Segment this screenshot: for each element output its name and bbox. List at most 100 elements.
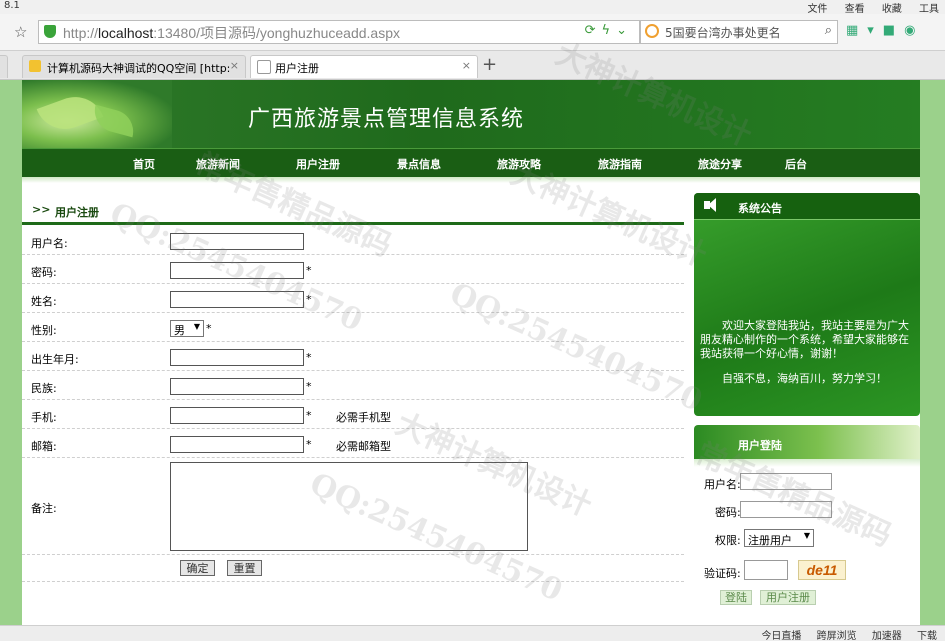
captcha-label: 验证码:: [704, 567, 741, 580]
row-remark: 备注:: [22, 458, 684, 555]
required-mark: *: [206, 322, 212, 335]
nav-travel-news[interactable]: 旅游新闻: [196, 156, 240, 172]
page-viewport: 广西旅游景点管理信息系统 首页 旅游新闻 用户注册 景点信息 旅游攻略 旅游指南…: [0, 80, 945, 625]
nav-home[interactable]: 首页: [133, 156, 155, 172]
tab-user-register[interactable]: 用户注册 ×: [250, 55, 478, 78]
nav-scenic-info[interactable]: 景点信息: [397, 156, 441, 172]
tab-label: 用户注册: [275, 62, 319, 75]
nav-travel-share[interactable]: 旅途分享: [698, 156, 742, 172]
remark-textarea[interactable]: [170, 462, 528, 551]
tab-label: 计算机源码大神调试的QQ空间 [http:: [47, 62, 231, 75]
login-panel: 用户登陆 用户名: 密码: 权限: 注册用户 ▼ 验证码: de11 登陆 用户…: [694, 425, 920, 623]
browser-menu-bar: 8.1 文件 查看 收藏 工具: [0, 0, 945, 15]
form-title-bar: >> 用户注册: [22, 198, 684, 225]
required-mark: *: [306, 438, 312, 451]
notice-title: 系统公告: [738, 202, 782, 215]
required-mark: *: [306, 264, 312, 277]
row-password: 密码: *: [22, 255, 684, 284]
nav-user-register[interactable]: 用户注册: [296, 156, 340, 172]
nav-admin[interactable]: 后台: [785, 156, 807, 172]
required-mark: *: [306, 351, 312, 364]
site-title: 广西旅游景点管理信息系统: [248, 107, 525, 132]
email-hint: 必需邮箱型: [336, 440, 391, 453]
url-action-icons[interactable]: ⟳ϟ⌄: [585, 23, 633, 38]
notice-text: 欢迎大家登陆我站，我站主要是为广大朋友精心制作的一个系统，希望大家能够在我站获得…: [700, 319, 909, 360]
browser-version: 8.1: [4, 0, 20, 11]
row-username: 用户名:: [22, 226, 684, 255]
row-gender: 性别: 男 ▼ *: [22, 313, 684, 342]
close-icon[interactable]: ×: [230, 59, 239, 72]
search-icon[interactable]: ⌕: [825, 23, 832, 38]
row-name: 姓名: *: [22, 284, 684, 313]
page-favicon-icon: [257, 60, 271, 74]
label-birth: 出生年月:: [31, 353, 79, 366]
login-role-select[interactable]: 注册用户 ▼: [744, 529, 814, 547]
security-shield-icon: [44, 25, 56, 38]
status-cross-screen[interactable]: 跨屏浏览: [817, 631, 857, 642]
row-ethnicity: 民族: *: [22, 371, 684, 400]
nav-travel-guide[interactable]: 旅游攻略: [497, 156, 541, 172]
label-email: 邮箱:: [31, 440, 57, 453]
captcha-image[interactable]: de11: [798, 560, 846, 580]
notice-header: 系统公告: [694, 193, 920, 220]
login-title: 用户登陆: [738, 439, 782, 452]
reset-button[interactable]: 重置: [227, 560, 262, 576]
toolbar-extension-icons[interactable]: ▦▾■◉: [846, 23, 924, 38]
notice-motto: 自强不息，海纳百川，努力学习！: [722, 372, 887, 385]
row-birth: 出生年月: *: [22, 342, 684, 371]
username-input[interactable]: [170, 233, 304, 250]
nav-divider: [22, 177, 920, 183]
label-phone: 手机:: [31, 411, 57, 424]
login-button[interactable]: 登陆: [720, 590, 752, 605]
row-phone: 手机: * 必需手机型: [22, 400, 684, 429]
chevron-down-icon: ▼: [803, 531, 810, 540]
close-icon[interactable]: ×: [462, 59, 471, 72]
submit-button[interactable]: 确定: [180, 560, 215, 576]
nav-travel-directory[interactable]: 旅游指南: [598, 156, 642, 172]
label-ethnicity: 民族:: [31, 382, 57, 395]
status-accelerator[interactable]: 加速器: [872, 631, 902, 642]
password-input[interactable]: [170, 262, 304, 279]
double-arrow-icon: >>: [32, 203, 51, 216]
login-password-label: 密码:: [715, 506, 741, 519]
required-mark: *: [306, 293, 312, 306]
captcha-input[interactable]: [744, 560, 788, 580]
label-name: 姓名:: [31, 295, 57, 308]
login-header: 用户登陆: [694, 425, 920, 459]
login-role-label: 权限:: [715, 534, 741, 547]
browser-status-bar: 今日直播 跨屏浏览 加速器 下载: [0, 625, 945, 642]
login-username-input[interactable]: [740, 473, 832, 490]
system-notice-panel: 系统公告 欢迎大家登陆我站，我站主要是为广大朋友精心制作的一个系统，希望大家能够…: [694, 193, 920, 416]
tab-partial[interactable]: [0, 55, 8, 78]
phone-input[interactable]: [170, 407, 304, 424]
register-form: >> 用户注册 用户名: 密码: * 姓名: * 性别: 男 ▼ * 出生年月:…: [22, 198, 684, 618]
label-password: 密码:: [31, 266, 57, 279]
site-container: 广西旅游景点管理信息系统 首页 旅游新闻 用户注册 景点信息 旅游攻略 旅游指南…: [22, 80, 920, 625]
login-username-label: 用户名:: [704, 478, 741, 491]
star-favicon-icon: [29, 60, 41, 72]
ethnicity-input[interactable]: [170, 378, 304, 395]
email-input[interactable]: [170, 436, 304, 453]
login-password-input[interactable]: [740, 501, 832, 518]
label-gender: 性别:: [31, 324, 57, 337]
new-tab-button[interactable]: +: [482, 54, 497, 75]
url-text: http://localhost:13480/项目源码/yonghuzhucea…: [63, 25, 401, 41]
gender-select[interactable]: 男 ▼: [170, 320, 204, 337]
tab-qq-space[interactable]: 计算机源码大神调试的QQ空间 [http: ×: [22, 55, 246, 78]
favorite-star-icon[interactable]: ☆: [14, 23, 27, 41]
required-mark: *: [306, 409, 312, 422]
name-input[interactable]: [170, 291, 304, 308]
leaf-banner-image: [22, 80, 172, 148]
search-input[interactable]: 5国要台湾办事处更名 ⌕: [640, 20, 838, 44]
birth-input[interactable]: [170, 349, 304, 366]
main-nav: 首页 旅游新闻 用户注册 景点信息 旅游攻略 旅游指南 旅途分享 后台: [22, 148, 920, 177]
search-placeholder: 5国要台湾办事处更名: [665, 26, 781, 40]
speaker-icon: [704, 198, 716, 212]
required-mark: *: [306, 380, 312, 393]
status-download[interactable]: 下载: [917, 631, 937, 642]
label-username: 用户名:: [31, 237, 68, 250]
register-link-button[interactable]: 用户注册: [760, 590, 816, 605]
phone-hint: 必需手机型: [336, 411, 391, 424]
url-input[interactable]: http://localhost:13480/项目源码/yonghuzhucea…: [38, 20, 640, 44]
status-live[interactable]: 今日直播: [761, 631, 801, 642]
